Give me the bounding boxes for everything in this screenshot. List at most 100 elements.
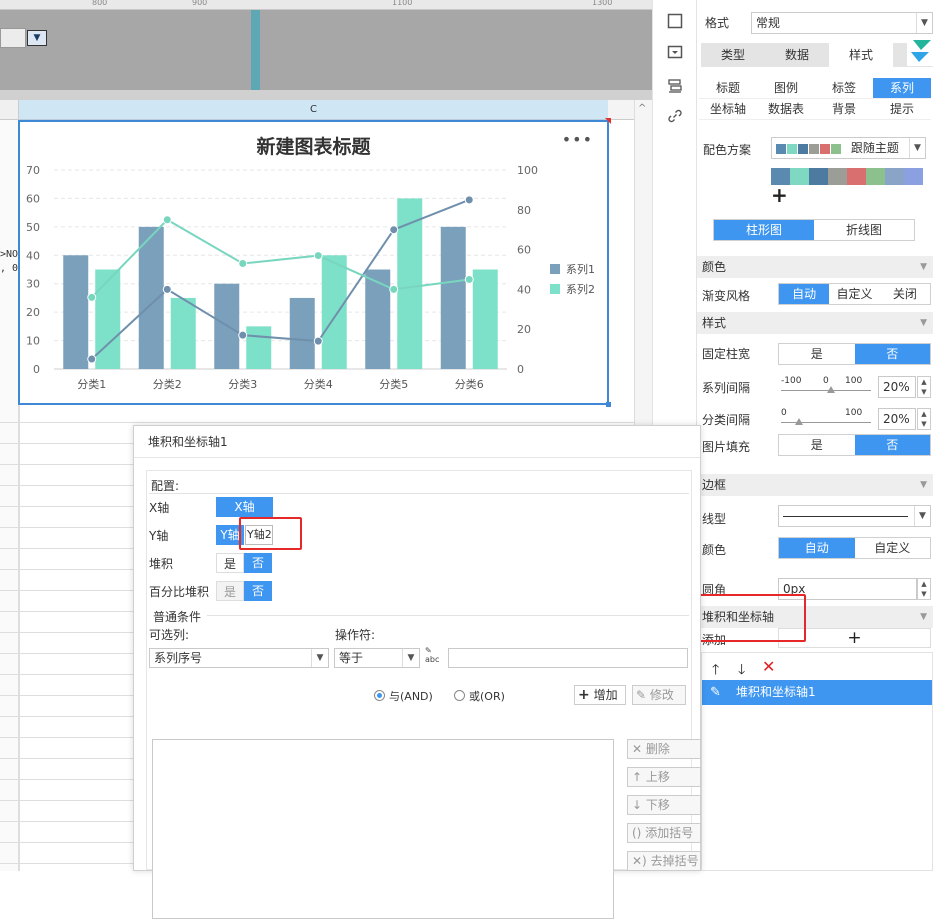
series-gap-slider[interactable]: -100 0 100 [781,376,871,398]
x-tick-label: 分类4 [304,377,333,391]
line-point [464,195,474,205]
tab-type[interactable]: 类型 [701,43,765,67]
add-bracket-button[interactable]: () 添加括号 [627,823,701,843]
column-select[interactable]: 系列序号 ▼ [149,648,329,668]
tab-style[interactable]: 样式 [829,43,893,67]
category-gap-label: 分类间隔 [702,413,751,427]
color-scheme-select[interactable]: 跟随主题 ▼ [771,137,926,159]
y-right-tick-label: 20 [517,323,531,336]
stack-list-item[interactable]: ✎ 堆积和坐标轴1 [702,680,932,705]
remove-bracket-button[interactable]: ✕) 去掉括号 [627,851,701,871]
layer-icon[interactable] [665,78,685,98]
fixed-width-toggle: 是 否 [778,343,931,365]
series-gap-spinner[interactable]: ▲ ▼ [917,376,931,398]
move-down-button[interactable]: ↓ 下移 [627,795,701,815]
color-swatch[interactable] [847,168,866,185]
gradient-auto[interactable]: 自动 [779,284,830,304]
bar-1 [138,226,164,369]
category-gap-spinner[interactable]: ▲ ▼ [917,408,931,430]
percent-stack-no[interactable]: 否 [244,581,272,601]
cell-input[interactable] [0,28,26,48]
line-point [464,274,474,284]
resize-handle[interactable] [606,402,611,407]
stack-no[interactable]: 否 [244,553,272,573]
y-right-tick-label: 100 [517,164,538,177]
scroll-up-icon[interactable]: ^ [638,103,646,114]
edit-icon[interactable]: ✎ [710,680,721,705]
chart-container[interactable]: 0 10 20 30 40 50 60 70 0 20 40 60 80 100 分类1 分类2 分类3 分类4 分… [18,120,609,405]
more-icon[interactable]: ••• [562,130,593,149]
color-swatch[interactable] [885,168,904,185]
subtab-background[interactable]: 背景 [815,99,873,120]
collapse-icon: ▼ [920,480,927,490]
tab-data[interactable]: 数据 [765,43,829,67]
divider [207,615,689,616]
border-color-custom[interactable]: 自定义 [854,538,930,558]
line-chart-option[interactable]: 折线图 [814,220,914,240]
subtab-tooltip[interactable]: 提示 [873,99,931,120]
column-header[interactable] [608,100,634,120]
style-section-header[interactable]: 样式 ▼ [697,312,933,334]
subtab-series[interactable]: 系列 [873,78,931,99]
subtab-datatable[interactable]: 数据表 [757,99,815,120]
chevron-down-icon: ▼ [916,13,932,33]
gradient-custom[interactable]: 自定义 [829,284,880,304]
category-gap-slider[interactable]: 0 100 [781,408,871,430]
y-right-tick-label: 80 [517,204,531,217]
series-gap-label: 系列间隔 [702,381,751,395]
subtab-title[interactable]: 标题 [699,78,757,99]
color-swatch[interactable] [904,168,923,185]
format-select[interactable]: 常规 ▼ [751,12,933,34]
image-fill-yes[interactable]: 是 [779,435,855,455]
slider-thumb[interactable] [795,418,803,425]
series-gap-input[interactable]: 20% [878,376,916,398]
color-section-header[interactable]: 颜色 ▼ [697,256,933,278]
value-input[interactable] [448,648,688,668]
dropdown-button[interactable]: ▼ [27,30,47,46]
add-condition-button[interactable]: + 增加 [574,685,626,705]
cell-element-icon[interactable] [665,13,685,33]
fixed-width-no[interactable]: 否 [854,344,930,364]
percent-stack-yes[interactable]: 是 [216,581,244,601]
and-option[interactable]: 与(AND) [374,688,433,704]
color-swatch[interactable] [828,168,847,185]
x-axis-button[interactable]: X轴 [216,497,273,517]
delete-condition-button[interactable]: ✕ 删除 [627,739,701,759]
fixed-width-yes[interactable]: 是 [779,344,855,364]
subtab-legend[interactable]: 图例 [757,78,815,99]
widget-icon[interactable] [665,44,685,64]
x-tick-label: 分类5 [379,377,408,391]
operator-select[interactable]: 等于 ▼ [334,648,420,668]
subtab-label[interactable]: 标签 [815,78,873,99]
subtab-axis[interactable]: 坐标轴 [699,99,757,120]
slider-thumb[interactable] [827,386,835,393]
corner-cell[interactable] [0,100,19,120]
border-section-header[interactable]: 边框 ▼ [697,474,933,496]
radius-spinner[interactable]: ▲ ▼ [917,578,931,600]
color-swatch[interactable] [790,168,809,185]
condition-list[interactable] [152,739,614,919]
border-color-auto[interactable]: 自动 [779,538,855,558]
line-type-select[interactable]: ▼ [778,505,931,527]
bar-1 [289,297,315,369]
category-gap-input[interactable]: 20% [878,408,916,430]
delete-icon[interactable]: ✕ [762,657,775,676]
link-icon[interactable] [665,108,685,128]
color-swatch[interactable] [809,168,828,185]
modify-condition-button[interactable]: ✎ 修改 [632,685,686,705]
x-tick-label: 分类3 [228,377,257,391]
image-fill-no[interactable]: 否 [854,435,930,455]
y-right-tick-label: 40 [517,283,531,296]
move-up-button[interactable]: ↑ 上移 [627,767,701,787]
add-color-button[interactable]: + [771,183,788,207]
gradient-off[interactable]: 关闭 [879,284,930,304]
formula-icon[interactable]: ✎ abc [425,646,443,668]
highlight-box [696,594,806,642]
column-header-c[interactable]: C [19,100,608,120]
bar-chart-option[interactable]: 柱形图 [714,220,814,240]
column-splitter[interactable] [251,10,260,90]
or-option[interactable]: 或(OR) [454,688,505,704]
region-divider[interactable] [0,90,652,100]
color-swatch[interactable] [866,168,885,185]
stack-yes[interactable]: 是 [216,553,244,573]
